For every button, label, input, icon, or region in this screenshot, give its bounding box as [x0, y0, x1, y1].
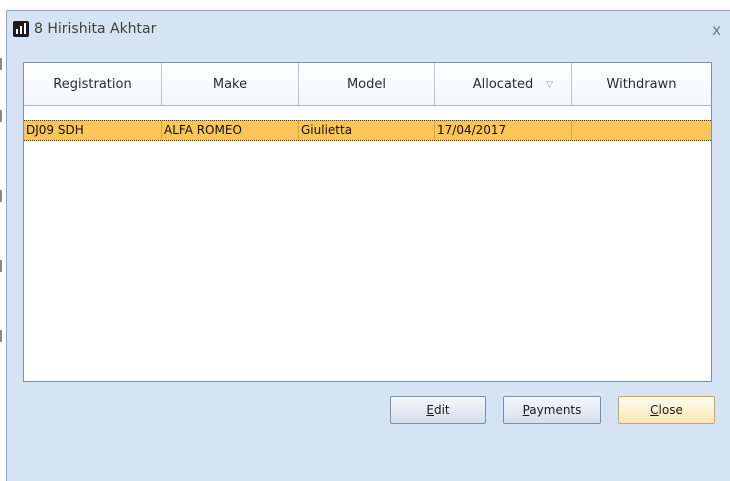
edit-button[interactable]: Edit [390, 396, 486, 424]
column-header-make[interactable]: Make [162, 63, 299, 105]
cell-withdrawn[interactable] [572, 121, 711, 140]
cell-registration[interactable]: DJ09 SDH [24, 121, 162, 140]
title-bar[interactable]: 8 Hirishita Akhtar x [7, 11, 730, 45]
edge-tick [0, 330, 2, 342]
column-header-model[interactable]: Model [299, 63, 435, 105]
sort-descending-icon[interactable]: ▽ [546, 80, 553, 90]
edge-tick [0, 260, 2, 272]
close-button[interactable]: Close [618, 396, 715, 424]
window-title: 8 Hirishita Akhtar [34, 21, 157, 37]
column-header-allocated[interactable]: Allocated ▽ [435, 63, 572, 105]
bar-chart-icon [13, 21, 29, 37]
column-header-label: Model [346, 76, 387, 92]
edge-tick [0, 110, 2, 122]
close-button-label: Close [650, 403, 683, 417]
left-edge [0, 0, 5, 481]
payments-button-label: Payments [522, 403, 582, 417]
cell-model[interactable]: Giulietta [299, 121, 435, 140]
vehicle-grid[interactable]: Registration Make Model Allocated ▽ With… [23, 62, 712, 382]
close-icon[interactable]: x [712, 21, 721, 39]
edit-button-label: Edit [426, 403, 450, 417]
column-header-label: Withdrawn [606, 76, 677, 92]
dialog-window: 8 Hirishita Akhtar x Registration Make M… [6, 10, 730, 481]
table-row[interactable]: DJ09 SDH ALFA ROMEO Giulietta 17/04/2017 [24, 120, 711, 141]
cell-allocated[interactable]: 17/04/2017 [435, 121, 572, 140]
column-header-label: Make [212, 76, 248, 92]
edge-tick [0, 58, 2, 70]
cell-make[interactable]: ALFA ROMEO [162, 121, 299, 140]
column-header-withdrawn[interactable]: Withdrawn [572, 63, 711, 105]
column-header-label: Registration [53, 76, 132, 92]
column-header-registration[interactable]: Registration [24, 63, 162, 105]
grid-header: Registration Make Model Allocated ▽ With… [24, 63, 711, 106]
payments-button[interactable]: Payments [503, 396, 601, 424]
column-header-label: Allocated [472, 76, 534, 92]
edge-tick [0, 190, 2, 202]
